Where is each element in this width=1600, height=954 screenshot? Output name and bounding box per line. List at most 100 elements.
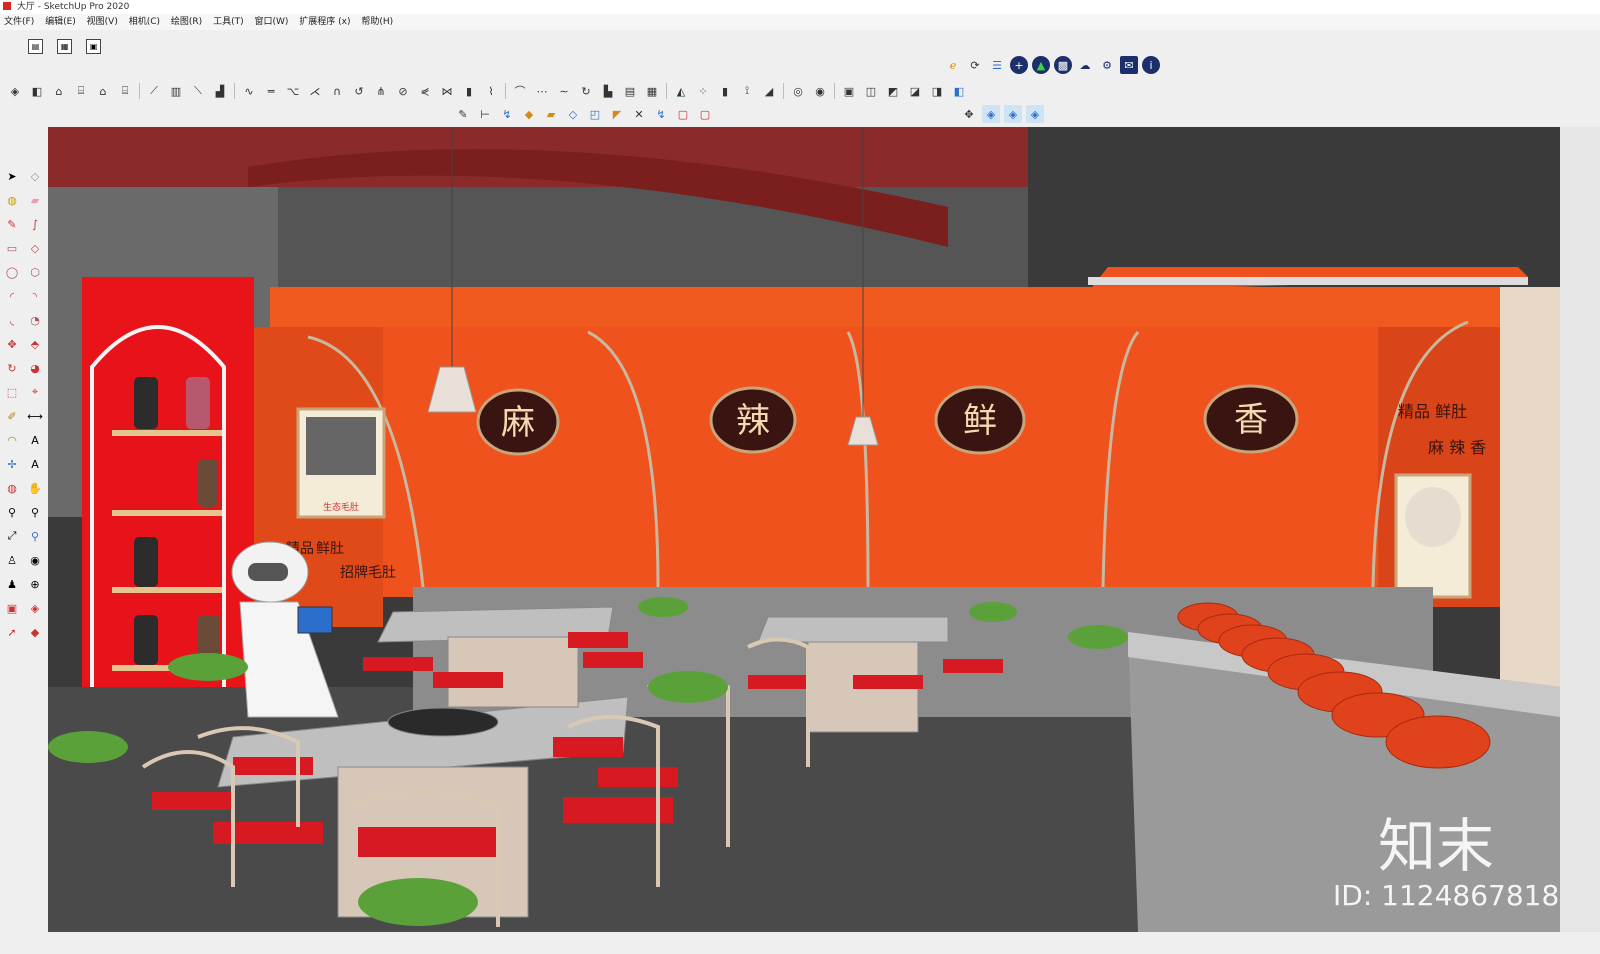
camera-icon[interactable]: ◎	[789, 82, 807, 100]
push-pull-icon[interactable]: ⬘	[26, 335, 44, 353]
scale-tool-icon[interactable]: ⬚	[3, 383, 21, 401]
twist-icon[interactable]: ⋈	[438, 82, 456, 100]
text-icon[interactable]: A	[26, 431, 44, 449]
dash-icon[interactable]: ═	[262, 82, 280, 100]
branch-icon[interactable]: ⌥	[284, 82, 302, 100]
menu-extensions[interactable]: 扩展程序 (x)	[299, 17, 350, 27]
rotate-tool-icon[interactable]: ↻	[3, 359, 21, 377]
front-view-icon[interactable]: ⌂	[50, 82, 68, 100]
section-cut-icon[interactable]: ◈	[1026, 105, 1044, 123]
rail-icon[interactable]: ▦	[643, 82, 661, 100]
offset-icon[interactable]: ⌖	[26, 383, 44, 401]
cube-icon[interactable]: ◪	[906, 82, 924, 100]
zoom-icon[interactable]: ⚲	[3, 503, 21, 521]
box-icon[interactable]: ▮	[460, 82, 478, 100]
measure-icon[interactable]: ⊢	[476, 105, 494, 123]
walk-icon[interactable]: ♟	[3, 575, 21, 593]
comb-icon[interactable]: ▤	[621, 82, 639, 100]
right-view-icon[interactable]: ⌸	[72, 82, 90, 100]
extension-icon[interactable]: ◈	[26, 599, 44, 617]
3d-text-icon[interactable]: A	[26, 455, 44, 473]
freehand-icon[interactable]: ∫	[26, 215, 44, 233]
material-icon[interactable]: ◆	[520, 105, 538, 123]
loop-icon[interactable]: ↺	[350, 82, 368, 100]
frame2-icon[interactable]: ▢	[696, 105, 714, 123]
pan-icon[interactable]: ✋	[26, 479, 44, 497]
pencil-icon[interactable]: ✎	[454, 105, 472, 123]
frame-icon[interactable]: ▢	[674, 105, 692, 123]
section-icon[interactable]: ◈	[982, 105, 1000, 123]
node-icon[interactable]: ⊘	[394, 82, 412, 100]
group-icon[interactable]: ◫	[862, 82, 880, 100]
select-icon[interactable]: ➤	[3, 167, 21, 185]
box-tool-icon[interactable]: ▰	[542, 105, 560, 123]
position-camera-icon[interactable]: ♙	[3, 551, 21, 569]
hook-icon[interactable]: ⌇	[482, 82, 500, 100]
array-icon[interactable]: ⁘	[694, 82, 712, 100]
iso-view-icon[interactable]: ◈	[6, 82, 24, 100]
mirror-icon[interactable]: ◭	[672, 82, 690, 100]
section-plane-icon[interactable]: ⊕	[26, 575, 44, 593]
shape-icon[interactable]: ◇	[564, 105, 582, 123]
wave-icon[interactable]: ∼	[555, 82, 573, 100]
pie-icon[interactable]: ◔	[26, 311, 44, 329]
cubes-icon[interactable]: ◨	[928, 82, 946, 100]
tree-icon[interactable]: ▲	[1032, 56, 1050, 74]
gear-icon[interactable]: ⚙	[1098, 56, 1116, 74]
menu-file[interactable]: 文件(F)	[4, 17, 34, 27]
send-icon[interactable]: ➚	[3, 623, 21, 641]
stack-icon[interactable]: ☰	[988, 56, 1006, 74]
menu-help[interactable]: 帮助(H)	[361, 17, 393, 27]
tape-icon[interactable]: ✐	[3, 407, 21, 425]
menu-view[interactable]: 视图(V)	[87, 17, 118, 27]
arc3-icon[interactable]: ◟	[3, 311, 21, 329]
arc-icon[interactable]: ⌒	[511, 82, 529, 100]
model-viewport[interactable]: 麻 辣 鲜 香 生态毛肚 精品 鲜肚 麻 辣 香 精品 鲜肚 招牌毛肚 知末 I…	[48, 127, 1560, 932]
look-around-icon[interactable]: ◉	[26, 551, 44, 569]
back-view-icon[interactable]: ⌂	[94, 82, 112, 100]
ruby-icon[interactable]: ◆	[26, 623, 44, 641]
render-icon[interactable]: ◉	[811, 82, 829, 100]
fold-icon[interactable]: ⋞	[416, 82, 434, 100]
previous-view-icon[interactable]: ⚲	[26, 527, 44, 545]
move-icon[interactable]: ✥	[3, 335, 21, 353]
layers-icon[interactable]: ▦	[57, 39, 73, 54]
scale-icon[interactable]: ◰	[586, 105, 604, 123]
arc-tool-icon[interactable]: ◜	[3, 287, 21, 305]
stairs-icon[interactable]: ⟋	[145, 82, 163, 100]
intersect-icon[interactable]: ✕	[630, 105, 648, 123]
rotated-rect-icon[interactable]: ◇	[26, 239, 44, 257]
mail-icon[interactable]: ✉	[1120, 56, 1138, 74]
arch-icon[interactable]: ∩	[328, 82, 346, 100]
paint-bucket-icon[interactable]: ◍	[3, 191, 21, 209]
orbit-icon[interactable]: ✥	[960, 105, 978, 123]
cloud-icon[interactable]: ☁	[1076, 56, 1094, 74]
plugin-e-icon[interactable]: ℯ	[944, 56, 962, 74]
top-view-icon[interactable]: ◧	[28, 82, 46, 100]
grid-icon[interactable]: ▥	[167, 82, 185, 100]
zoom-window-icon[interactable]: ⚲	[26, 503, 44, 521]
line-icon[interactable]: ✎	[3, 215, 21, 233]
rotate-icon[interactable]: ↻	[577, 82, 595, 100]
circle-icon[interactable]: ◯	[3, 263, 21, 281]
orbit-tool-icon[interactable]: ◍	[3, 479, 21, 497]
solid-icon[interactable]: ◩	[884, 82, 902, 100]
rectangle-icon[interactable]: ▭	[3, 239, 21, 257]
outliner-icon[interactable]: ▤	[28, 39, 43, 54]
polygon-icon[interactable]: ⬡	[26, 263, 44, 281]
scenes-icon[interactable]: ▣	[86, 39, 102, 54]
refresh-icon[interactable]: ⟳	[966, 56, 984, 74]
protractor-icon[interactable]: ◠	[3, 431, 21, 449]
paint-icon[interactable]: ▙	[599, 82, 617, 100]
menu-edit[interactable]: 编辑(E)	[45, 17, 76, 27]
line-tool-icon[interactable]: ⟍	[189, 82, 207, 100]
menu-camera[interactable]: 相机(C)	[129, 17, 160, 27]
pattern-icon[interactable]: ▩	[1054, 56, 1072, 74]
component-icon[interactable]: ▣	[840, 82, 858, 100]
axes-icon[interactable]: ✢	[3, 455, 21, 473]
blue-cube-icon[interactable]: ◧	[950, 82, 968, 100]
follow-me-icon[interactable]: ↯	[498, 105, 516, 123]
slope-icon[interactable]: ◢	[760, 82, 778, 100]
zoom-extents-icon[interactable]: ⤢	[3, 527, 21, 545]
label-icon[interactable]: ◤	[608, 105, 626, 123]
